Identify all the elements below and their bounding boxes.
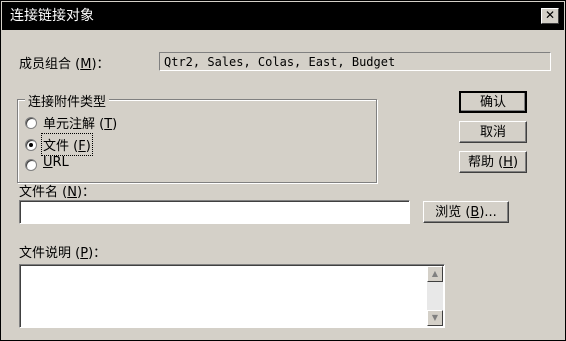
radio-file-label[interactable]: 文件 (F) — [41, 133, 93, 156]
radio-file-dot — [29, 143, 33, 147]
member-label: 成员组合 (M)： — [19, 57, 110, 72]
description-textarea[interactable] — [19, 264, 445, 328]
description-label: 文件说明 (P)： — [19, 246, 107, 261]
filename-input[interactable] — [19, 200, 410, 224]
radio-url-label[interactable]: URL — [43, 155, 69, 170]
attachment-type-label: 连接附件类型 — [25, 91, 110, 110]
browse-button[interactable]: 浏览 (B)... — [423, 201, 509, 223]
filename-label: 文件名 (N)： — [19, 185, 96, 200]
radio-file[interactable] — [25, 139, 37, 151]
member-combination-field: Qtr2, Sales, Colas, East, Budget — [159, 52, 551, 71]
scroll-up-icon[interactable]: ▲ — [427, 266, 443, 282]
cancel-button[interactable]: 取消 — [459, 121, 527, 143]
radio-cell-note[interactable] — [25, 117, 37, 129]
help-button[interactable]: 帮助 (H) — [459, 151, 527, 173]
description-scrollbar[interactable]: ▲ ▼ — [427, 266, 443, 326]
dialog-title: 连接链接对象 — [10, 8, 94, 24]
member-access-key: M — [80, 57, 92, 72]
link-object-dialog: 连接链接对象 ✕ 成员组合 (M)： Qtr2, Sales, Colas, E… — [0, 0, 566, 341]
radio-cell-note-label[interactable]: 单元注解 (T) — [43, 113, 117, 132]
ok-button[interactable]: 确认 — [459, 91, 527, 113]
radio-url[interactable] — [25, 159, 37, 171]
scroll-down-icon[interactable]: ▼ — [427, 310, 443, 326]
close-icon[interactable]: ✕ — [541, 8, 559, 24]
title-bar: 连接链接对象 ✕ — [2, 2, 564, 30]
